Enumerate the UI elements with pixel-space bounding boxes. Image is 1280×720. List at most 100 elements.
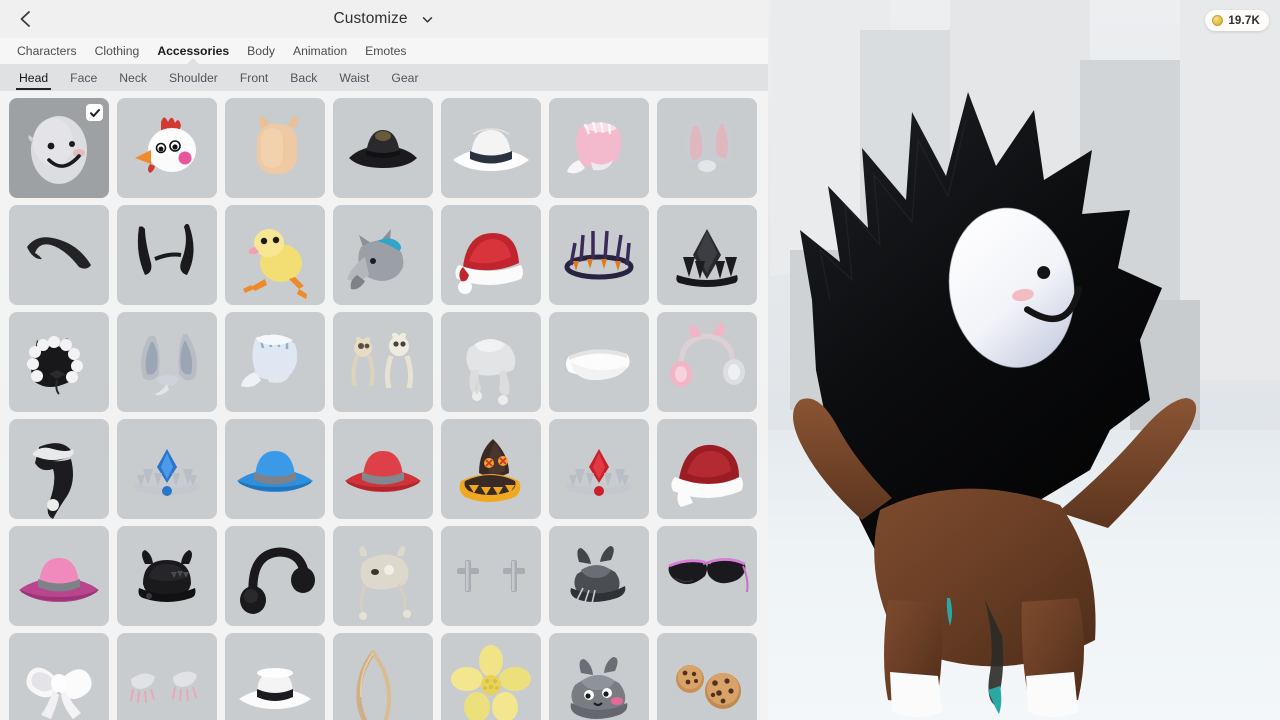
accessory-tile-blue-fedora[interactable] bbox=[225, 419, 325, 519]
blue-fedora-icon bbox=[225, 419, 325, 519]
subtab-face[interactable]: Face bbox=[59, 64, 108, 91]
back-arrow-icon bbox=[20, 11, 30, 27]
tab-label: Emotes bbox=[365, 44, 407, 58]
red-tiara-icon bbox=[549, 419, 649, 519]
background-building bbox=[1130, 300, 1200, 430]
tab-emotes[interactable]: Emotes bbox=[356, 44, 415, 58]
bunny-ears-icon bbox=[657, 98, 757, 198]
stocking-cap-icon bbox=[9, 419, 109, 519]
accessory-tile-blue-white-lace-bonnet[interactable] bbox=[225, 312, 325, 412]
accessory-tile-blue-gem-silver-tiara[interactable] bbox=[117, 419, 217, 519]
tab-label: Body bbox=[247, 44, 275, 58]
tab-animation[interactable]: Animation bbox=[284, 44, 356, 58]
accessory-grid-panel[interactable] bbox=[0, 91, 768, 720]
accessory-tile-grey-cat-cap[interactable] bbox=[549, 526, 649, 626]
bear-headband-icon bbox=[333, 312, 433, 412]
subtab-label: Neck bbox=[119, 70, 148, 85]
sunglasses-icon bbox=[657, 526, 757, 626]
page-title: Customize bbox=[333, 10, 408, 27]
ushanka-icon bbox=[441, 312, 541, 412]
witch-hat-icon bbox=[441, 419, 541, 519]
accessory-tile-black-curved-horn[interactable] bbox=[9, 205, 109, 305]
subtab-back[interactable]: Back bbox=[279, 64, 328, 91]
accessory-tile-orange-witch-hat[interactable] bbox=[441, 419, 541, 519]
cross-earrings-icon bbox=[441, 526, 541, 626]
chicken-head-icon bbox=[117, 98, 217, 198]
wolf-head-icon bbox=[333, 205, 433, 305]
tab-label: Clothing bbox=[94, 44, 140, 58]
accessory-tile-pink-lace-bonnet[interactable] bbox=[549, 98, 649, 198]
background-building bbox=[950, 0, 1090, 320]
accessory-tile-red-gem-silver-tiara[interactable] bbox=[549, 419, 649, 519]
pink-fedora-icon bbox=[9, 526, 109, 626]
subtab-front[interactable]: Front bbox=[229, 64, 279, 91]
accessory-tile-yellow-duckling[interactable] bbox=[225, 205, 325, 305]
accessory-tile-silver-bunny-ears-alt[interactable] bbox=[117, 312, 217, 412]
currency-badge[interactable]: 19.7K bbox=[1205, 10, 1269, 31]
santa-hat-dark-icon bbox=[657, 419, 757, 519]
accessory-tile-white-fedora-black-band[interactable] bbox=[441, 98, 541, 198]
tab-characters[interactable]: Characters bbox=[8, 44, 86, 58]
accessory-tile-black-white-stocking-cap[interactable] bbox=[9, 419, 109, 519]
accessory-tile-dark-spiked-crown[interactable] bbox=[549, 205, 649, 305]
tab-clothing[interactable]: Clothing bbox=[86, 44, 149, 58]
accessory-tile-black-cat-ears[interactable] bbox=[117, 205, 217, 305]
accessory-tile-chocolate-chip-cookies[interactable] bbox=[657, 633, 757, 720]
accessory-tile-red-fedora[interactable] bbox=[333, 419, 433, 519]
subtab-label: Gear bbox=[391, 70, 419, 85]
accessory-tile-pink-fairy-wings-ears[interactable] bbox=[117, 633, 217, 720]
accessory-tile-chicken-head[interactable] bbox=[117, 98, 217, 198]
red-fedora-icon bbox=[333, 419, 433, 519]
accessory-tile-dark-red-santa-hat[interactable] bbox=[657, 419, 757, 519]
boater-hat-icon bbox=[225, 633, 325, 720]
accessory-tile-grey-wolf-head[interactable] bbox=[333, 205, 433, 305]
accessory-tile-pink-fedora[interactable] bbox=[9, 526, 109, 626]
subtab-label: Front bbox=[239, 70, 269, 85]
accessory-tile-white-satin-bow[interactable] bbox=[9, 633, 109, 720]
subtab-head[interactable]: Head bbox=[8, 64, 59, 91]
accessory-tile-black-cowboy-hat[interactable] bbox=[333, 98, 433, 198]
subtab-neck[interactable]: Neck bbox=[108, 64, 158, 91]
tab-body[interactable]: Body bbox=[238, 44, 284, 58]
accessory-tile-black-crystal-crown[interactable] bbox=[657, 205, 757, 305]
accessory-tile-white-boater-hat[interactable] bbox=[225, 633, 325, 720]
title-dropdown[interactable]: Customize bbox=[52, 10, 716, 28]
accessory-tile-black-lace-cat-bonnet[interactable] bbox=[9, 312, 109, 412]
accessory-tile-silver-cross-earrings[interactable] bbox=[441, 526, 541, 626]
subtab-waist[interactable]: Waist bbox=[328, 64, 380, 91]
cat-ears-icon bbox=[117, 205, 217, 305]
accessory-tile-pink-cat-headphones[interactable] bbox=[657, 312, 757, 412]
customize-screen: 19.7K Customize Characters Clothing Access… bbox=[0, 0, 1280, 720]
accessory-tile-black-earmuffs[interactable] bbox=[225, 526, 325, 626]
tab-label: Characters bbox=[17, 44, 77, 58]
accessory-tile-pink-rim-sunglasses[interactable] bbox=[657, 526, 757, 626]
tab-accessories[interactable]: Accessories bbox=[148, 44, 238, 58]
accessory-tile-tan-animal-head[interactable] bbox=[225, 98, 325, 198]
ground-plane bbox=[768, 430, 1280, 720]
accessory-tile-black-horned-helmet[interactable] bbox=[117, 526, 217, 626]
santa-hat-icon bbox=[441, 205, 541, 305]
accessory-tile-silver-bunny-ears[interactable] bbox=[657, 98, 757, 198]
cat-cap-icon bbox=[549, 526, 649, 626]
tab-label: Accessories bbox=[157, 44, 230, 58]
tan-head-icon bbox=[225, 98, 325, 198]
accessory-tile-yellow-flower[interactable] bbox=[441, 633, 541, 720]
back-button[interactable] bbox=[0, 0, 52, 38]
accessory-tile-gold-thin-headband[interactable] bbox=[333, 633, 433, 720]
currency-amount: 19.7K bbox=[1228, 14, 1260, 27]
accessory-tile-white-visor[interactable] bbox=[549, 312, 649, 412]
accessory-tile-grey-cat-beanie[interactable] bbox=[549, 633, 649, 720]
subtab-label: Back bbox=[290, 70, 318, 85]
accessory-tile-red-santa-hat[interactable] bbox=[441, 205, 541, 305]
subtab-shoulder[interactable]: Shoulder bbox=[158, 64, 229, 91]
accessory-tile-white-bunny-beanie[interactable] bbox=[333, 526, 433, 626]
blue-tiara-icon bbox=[117, 419, 217, 519]
accessory-tile-cream-bear-headband[interactable] bbox=[333, 312, 433, 412]
bunny-beanie-icon bbox=[333, 526, 433, 626]
subtab-gear[interactable]: Gear bbox=[380, 64, 429, 91]
horned-helmet-icon bbox=[117, 526, 217, 626]
background-building bbox=[905, 300, 965, 420]
accessory-tile-white-egg-smile-mask[interactable] bbox=[9, 98, 109, 198]
accessory-tile-white-fluffy-ushanka[interactable] bbox=[441, 312, 541, 412]
fairy-ears-icon bbox=[117, 633, 217, 720]
